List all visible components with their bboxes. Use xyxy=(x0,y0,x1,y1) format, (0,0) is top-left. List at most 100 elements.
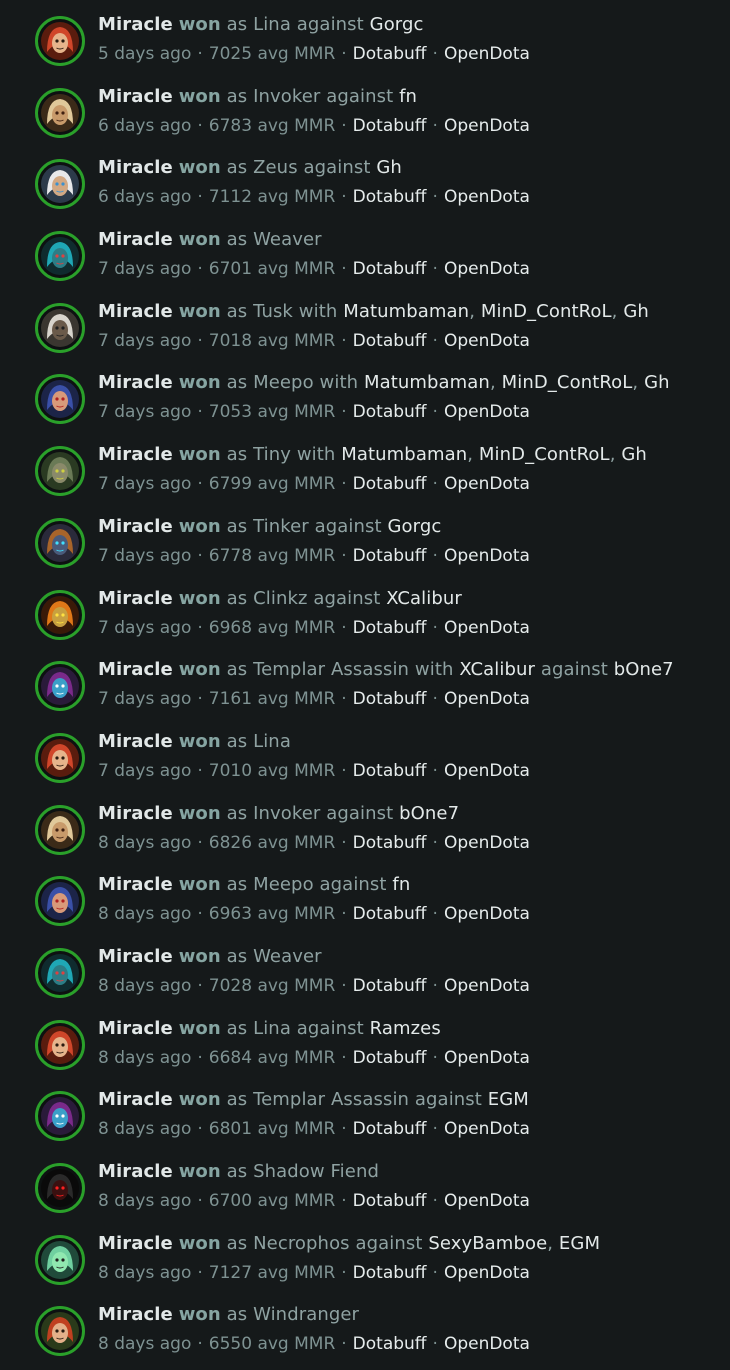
teammate-name[interactable]: Matumbaman xyxy=(341,444,467,465)
teammate-name[interactable]: Matumbaman xyxy=(364,372,490,393)
dotabuff-link[interactable]: Dotabuff xyxy=(353,1048,427,1068)
opponent-name[interactable]: fn xyxy=(399,86,417,107)
opendota-link[interactable]: OpenDota xyxy=(444,976,530,996)
opendota-link[interactable]: OpenDota xyxy=(444,331,530,351)
player-name[interactable]: Miracle xyxy=(98,1089,173,1110)
dotabuff-link[interactable]: Dotabuff xyxy=(353,1191,427,1211)
dotabuff-link[interactable]: Dotabuff xyxy=(353,187,427,207)
opponent-name[interactable]: Gh xyxy=(376,157,402,178)
match-row: Miracle won as Invoker against bOne7 8 da… xyxy=(0,789,730,861)
player-name[interactable]: Miracle xyxy=(98,1161,173,1182)
opendota-link[interactable]: OpenDota xyxy=(444,618,530,638)
opendota-link[interactable]: OpenDota xyxy=(444,116,530,136)
teammate-name[interactable]: MinD_ContRoL xyxy=(479,444,610,465)
teammate-name[interactable]: Matumbaman xyxy=(343,301,469,322)
opendota-link[interactable]: OpenDota xyxy=(444,904,530,924)
dotabuff-link[interactable]: Dotabuff xyxy=(353,116,427,136)
teammate-name[interactable]: Gh xyxy=(621,444,647,465)
dotabuff-link[interactable]: Dotabuff xyxy=(353,331,427,351)
teammate-name[interactable]: MinD_ContRoL xyxy=(481,301,612,322)
hero-avatar[interactable] xyxy=(35,1091,85,1142)
opponent-name[interactable]: EGM xyxy=(488,1089,529,1110)
player-name[interactable]: Miracle xyxy=(98,1304,173,1325)
player-name[interactable]: Miracle xyxy=(98,444,173,465)
dotabuff-link[interactable]: Dotabuff xyxy=(353,44,427,64)
opendota-link[interactable]: OpenDota xyxy=(444,474,530,494)
hero-avatar[interactable] xyxy=(35,374,85,425)
hero-avatar[interactable] xyxy=(35,804,85,855)
hero-avatar[interactable] xyxy=(35,517,85,568)
hero-avatar[interactable] xyxy=(35,661,85,712)
dotabuff-link[interactable]: Dotabuff xyxy=(353,904,427,924)
player-name[interactable]: Miracle xyxy=(98,803,173,824)
hero-avatar[interactable] xyxy=(35,1306,85,1357)
opendota-link[interactable]: OpenDota xyxy=(444,833,530,853)
player-name[interactable]: Miracle xyxy=(98,659,173,680)
hero-avatar[interactable] xyxy=(35,947,85,998)
player-name[interactable]: Miracle xyxy=(98,516,173,537)
hero-avatar[interactable] xyxy=(35,1019,85,1070)
player-name[interactable]: Miracle xyxy=(98,229,173,250)
dotabuff-link[interactable]: Dotabuff xyxy=(353,833,427,853)
opponent-name[interactable]: Gorgc xyxy=(370,14,424,35)
opponent-name[interactable]: bOne7 xyxy=(399,803,459,824)
teammate-name[interactable]: Gh xyxy=(644,372,670,393)
hero-avatar[interactable] xyxy=(35,1234,85,1285)
opponent-name[interactable]: SexyBamboe xyxy=(428,1233,547,1254)
dotabuff-link[interactable]: Dotabuff xyxy=(353,474,427,494)
player-name[interactable]: Miracle xyxy=(98,86,173,107)
player-name[interactable]: Miracle xyxy=(98,372,173,393)
opponent-name[interactable]: fn xyxy=(392,874,410,895)
dotabuff-link[interactable]: Dotabuff xyxy=(353,618,427,638)
player-name[interactable]: Miracle xyxy=(98,14,173,35)
as-word: as xyxy=(226,587,248,609)
opponent-name[interactable]: Gorgc xyxy=(387,516,441,537)
dotabuff-link[interactable]: Dotabuff xyxy=(353,259,427,279)
opendota-link[interactable]: OpenDota xyxy=(444,1048,530,1068)
hero-avatar[interactable] xyxy=(35,302,85,353)
opendota-link[interactable]: OpenDota xyxy=(444,259,530,279)
opendota-link[interactable]: OpenDota xyxy=(444,44,530,64)
player-name[interactable]: Miracle xyxy=(98,1018,173,1039)
opponent-name[interactable]: bOne7 xyxy=(614,659,674,680)
player-name[interactable]: Miracle xyxy=(98,157,173,178)
opendota-link[interactable]: OpenDota xyxy=(444,187,530,207)
teammate-name[interactable]: MinD_ContRoL xyxy=(502,372,633,393)
opponent-name[interactable]: Ramzes xyxy=(370,1018,441,1039)
dotabuff-link[interactable]: Dotabuff xyxy=(353,761,427,781)
player-name[interactable]: Miracle xyxy=(98,588,173,609)
opendota-link[interactable]: OpenDota xyxy=(444,1119,530,1139)
player-name[interactable]: Miracle xyxy=(98,946,173,967)
hero-avatar[interactable] xyxy=(35,231,85,282)
hero-avatar[interactable] xyxy=(35,159,85,210)
opendota-link[interactable]: OpenDota xyxy=(444,402,530,422)
hero-avatar[interactable] xyxy=(35,87,85,138)
dotabuff-link[interactable]: Dotabuff xyxy=(353,402,427,422)
dotabuff-link[interactable]: Dotabuff xyxy=(353,1334,427,1354)
hero-avatar[interactable] xyxy=(35,732,85,783)
hero-avatar[interactable] xyxy=(35,446,85,497)
opendota-link[interactable]: OpenDota xyxy=(444,1191,530,1211)
player-name[interactable]: Miracle xyxy=(98,731,173,752)
opponent-name[interactable]: EGM xyxy=(559,1233,600,1254)
hero-avatar[interactable] xyxy=(35,589,85,640)
opendota-link[interactable]: OpenDota xyxy=(444,1334,530,1354)
opponent-name[interactable]: XCalibur xyxy=(386,588,462,609)
opendota-link[interactable]: OpenDota xyxy=(444,546,530,566)
player-name[interactable]: Miracle xyxy=(98,874,173,895)
hero-avatar[interactable] xyxy=(35,16,85,66)
hero-avatar[interactable] xyxy=(35,876,85,927)
teammate-name[interactable]: Gh xyxy=(623,301,649,322)
teammate-name[interactable]: XCalibur xyxy=(459,659,535,680)
dotabuff-link[interactable]: Dotabuff xyxy=(353,1263,427,1283)
player-name[interactable]: Miracle xyxy=(98,301,173,322)
opendota-link[interactable]: OpenDota xyxy=(444,1263,530,1283)
hero-avatar[interactable] xyxy=(35,1163,85,1213)
dotabuff-link[interactable]: Dotabuff xyxy=(353,546,427,566)
dotabuff-link[interactable]: Dotabuff xyxy=(353,689,427,709)
dotabuff-link[interactable]: Dotabuff xyxy=(353,976,427,996)
player-name[interactable]: Miracle xyxy=(98,1233,173,1254)
opendota-link[interactable]: OpenDota xyxy=(444,689,530,709)
opendota-link[interactable]: OpenDota xyxy=(444,761,530,781)
dotabuff-link[interactable]: Dotabuff xyxy=(353,1119,427,1139)
